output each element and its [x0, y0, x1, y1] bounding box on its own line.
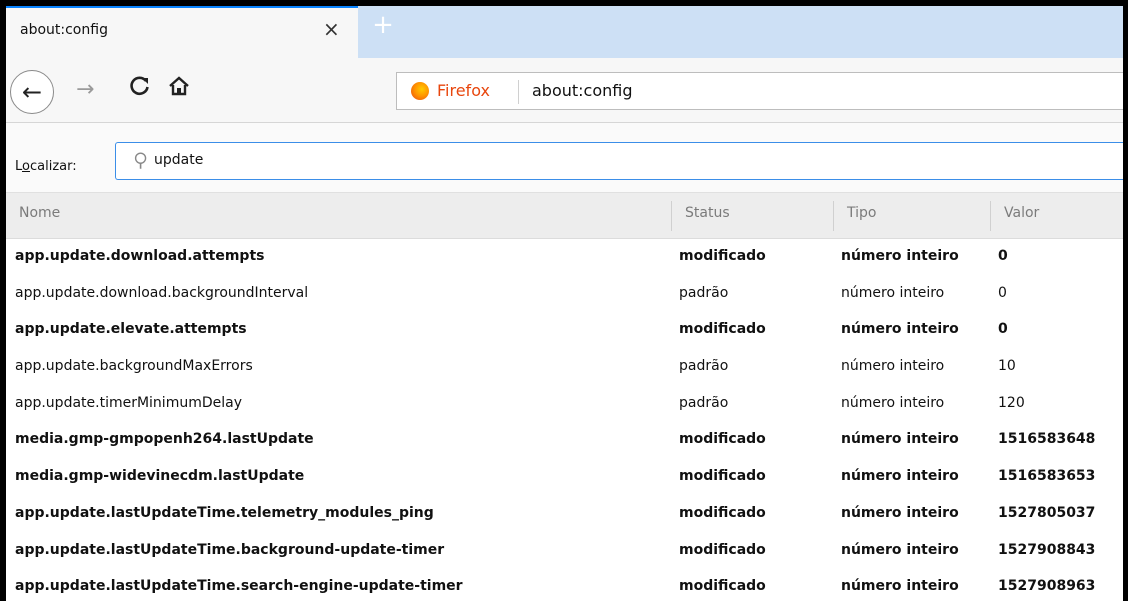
pref-name: app.update.download.backgroundInterval — [15, 284, 309, 301]
browser-window: about:config × + ← → Firefox about:confi… — [0, 0, 1128, 601]
pref-status: padrão — [679, 284, 729, 301]
pref-type: número inteiro — [841, 541, 959, 558]
pref-value: 1527908963 — [998, 578, 1096, 595]
pref-status: modificado — [679, 504, 766, 521]
table-header: Nome Status Tipo Valor — [6, 193, 1123, 239]
pref-type: número inteiro — [841, 248, 959, 264]
pref-name: app.update.lastUpdateTime.background-upd… — [15, 541, 445, 558]
table-row[interactable]: app.update.backgroundMaxErrors padrão núme… — [6, 349, 1123, 386]
table-row[interactable]: media.gmp-widevinecdm.lastUpdate modifica… — [6, 459, 1123, 496]
tab-strip: about:config × + — [6, 6, 1123, 58]
table-row[interactable]: app.update.elevate.attempts modificado núm… — [6, 312, 1123, 350]
pref-value: 0 — [998, 284, 1007, 301]
pref-name: app.update.lastUpdateTime.telemetry_modu… — [15, 504, 434, 521]
table-row[interactable]: app.update.lastUpdateTime.search-engine-… — [6, 569, 1123, 601]
column-separator[interactable] — [990, 201, 991, 231]
pref-status: modificado — [679, 431, 766, 448]
table-row[interactable]: app.update.timerMinimumDelay padrão número… — [6, 385, 1123, 423]
search-icon-glyph — [134, 152, 147, 169]
pref-value: 0 — [998, 248, 1008, 264]
pref-name: app.update.lastUpdateTime.search-engine-… — [15, 578, 463, 595]
table-row[interactable]: app.update.download.backgroundInterval pa… — [6, 275, 1123, 313]
search-box[interactable] — [115, 142, 1123, 180]
pref-type: número inteiro — [841, 358, 945, 375]
pref-type: número inteiro — [841, 578, 959, 595]
pref-type: número inteiro — [841, 321, 959, 338]
tab-about-config[interactable]: about:config × — [6, 6, 358, 58]
pref-value: 120 — [998, 394, 1025, 411]
search-icon — [129, 148, 154, 173]
pref-status: modificado — [679, 468, 766, 485]
column-header-name[interactable]: Nome — [19, 205, 60, 221]
reload-icon-glyph — [130, 76, 149, 96]
pref-type: número inteiro — [841, 468, 959, 485]
home-icon-glyph — [169, 76, 189, 96]
pref-type: número inteiro — [841, 394, 945, 411]
pref-status: modificado — [679, 578, 766, 595]
pref-type: número inteiro — [841, 431, 959, 448]
pref-name: app.update.timerMinimumDelay — [15, 394, 242, 411]
url-bar[interactable]: Firefox about:config — [396, 72, 1123, 110]
column-header-type[interactable]: Tipo — [847, 205, 876, 221]
firefox-logo-icon — [411, 82, 429, 100]
forward-icon[interactable]: → — [76, 77, 94, 102]
url-text[interactable]: about:config — [532, 81, 633, 100]
pref-value: 1527908843 — [998, 541, 1096, 558]
pref-value: 10 — [998, 358, 1016, 375]
pref-status: padrão — [679, 358, 729, 375]
close-tab-icon[interactable]: × — [323, 19, 340, 39]
search-label-pre: L — [15, 159, 23, 174]
tab-title: about:config — [20, 22, 108, 38]
column-header-status[interactable]: Status — [685, 205, 730, 221]
table-row[interactable]: app.update.download.attempts modificado nú… — [6, 239, 1123, 276]
search-label-accesskey: o — [22, 159, 30, 174]
pref-type: número inteiro — [841, 284, 945, 301]
home-icon[interactable] — [168, 75, 190, 103]
pref-name: app.update.backgroundMaxErrors — [15, 358, 253, 375]
reload-icon[interactable] — [129, 75, 151, 103]
url-separator — [518, 80, 519, 104]
pref-type: número inteiro — [841, 504, 959, 521]
pref-status: padrão — [679, 394, 729, 411]
pref-name: app.update.download.attempts — [15, 248, 265, 264]
pref-value: 1516583653 — [998, 468, 1096, 485]
pref-status: modificado — [679, 541, 766, 558]
pref-value: 0 — [998, 321, 1008, 338]
table-row[interactable]: app.update.lastUpdateTime.telemetry_modu… — [6, 495, 1123, 533]
navigation-toolbar: ← → Firefox about:config — [6, 58, 1123, 123]
identity-label[interactable]: Firefox — [437, 81, 490, 100]
pref-value: 1516583648 — [998, 431, 1096, 448]
new-tab-icon[interactable]: + — [369, 12, 397, 40]
back-icon[interactable]: ← — [10, 70, 54, 114]
search-label: Localizar: — [15, 159, 77, 174]
pref-name: media.gmp-gmpopenh264.lastUpdate — [15, 431, 314, 448]
search-row: Localizar: — [6, 123, 1123, 193]
column-separator[interactable] — [833, 201, 834, 231]
column-header-value[interactable]: Valor — [1004, 205, 1039, 221]
preferences-table: app.update.download.attempts modificado nú… — [6, 239, 1123, 601]
search-input[interactable] — [154, 152, 754, 168]
table-row[interactable]: media.gmp-gmpopenh264.lastUpdate modifica… — [6, 422, 1123, 460]
column-separator[interactable] — [671, 201, 672, 231]
pref-status: modificado — [679, 321, 766, 338]
pref-value: 1527805037 — [998, 504, 1096, 521]
table-row[interactable]: app.update.lastUpdateTime.background-upd… — [6, 532, 1123, 570]
search-label-post: calizar: — [29, 159, 77, 174]
pref-status: modificado — [679, 248, 766, 264]
pref-name: media.gmp-widevinecdm.lastUpdate — [15, 468, 305, 485]
pref-name: app.update.elevate.attempts — [15, 321, 247, 338]
